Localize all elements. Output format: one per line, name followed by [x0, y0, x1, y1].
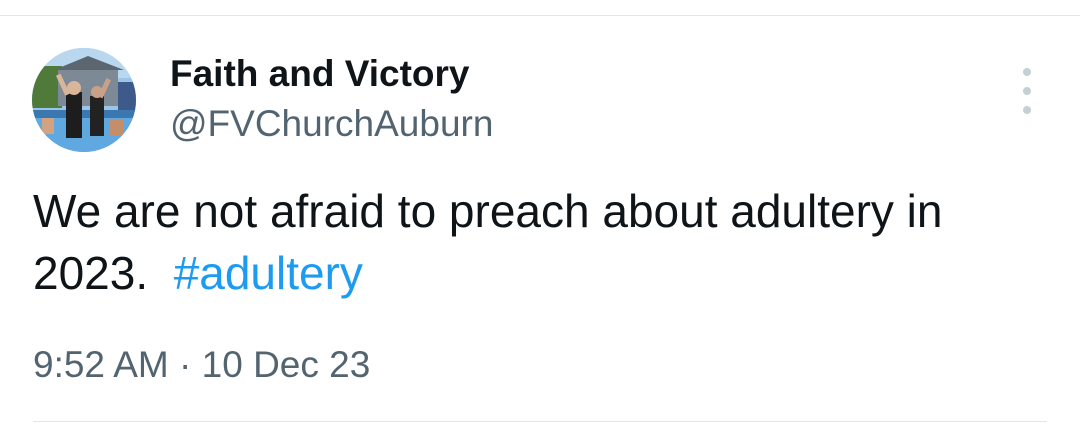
tweet-date: 10 Dec 23 [201, 344, 371, 385]
tweet-timestamp[interactable]: 9:52 AM · 10 Dec 23 [33, 342, 370, 388]
top-divider [0, 15, 1080, 16]
hashtag-link[interactable]: #adultery [174, 247, 363, 299]
more-options-icon-dot [1023, 106, 1031, 114]
tweet-time: 9:52 AM [33, 344, 169, 385]
author-display-name[interactable]: Faith and Victory [170, 52, 470, 96]
avatar-photo-icon [32, 48, 136, 152]
tweet-text-body: We are not afraid to preach about adulte… [33, 185, 943, 299]
more-options-icon [1023, 68, 1031, 76]
timestamp-separator: · [179, 344, 192, 385]
author-handle[interactable]: @FVChurchAuburn [170, 102, 493, 146]
more-options-button[interactable] [1012, 68, 1042, 114]
more-options-icon-dot [1023, 87, 1031, 95]
tweet-text: We are not afraid to preach about adulte… [33, 180, 1033, 304]
bottom-divider [33, 421, 1047, 422]
author-avatar[interactable] [32, 48, 136, 152]
